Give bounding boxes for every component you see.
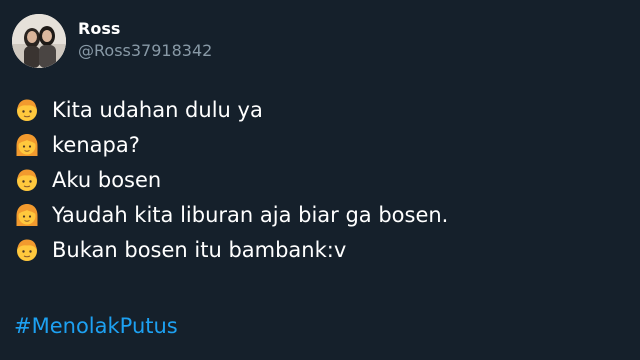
dialog-line: Yaudah kita liburan aja biar ga bosen. (14, 197, 448, 232)
display-name[interactable]: Ross (78, 19, 212, 39)
dialog-line: kenapa? (14, 127, 448, 162)
dialog-line: Bukan bosen itu bambank:v (14, 232, 448, 267)
dialog-text: kenapa? (52, 132, 140, 157)
dialog-line: Aku bosen (14, 162, 448, 197)
girl-emoji-icon (16, 203, 38, 226)
avatar[interactable] (12, 14, 66, 68)
dialog-text: Aku bosen (52, 167, 162, 192)
hashtag-link[interactable]: #MenolakPutus (14, 312, 178, 340)
girl-emoji-icon (16, 133, 38, 156)
user-names: Ross @Ross37918342 (78, 19, 212, 62)
dialog-line: Kita udahan dulu ya (14, 92, 448, 127)
dialog-text: Bukan bosen itu bambank:v (52, 237, 347, 262)
boy-emoji-icon (17, 239, 37, 261)
avatar-photo (12, 14, 66, 68)
boy-emoji-icon (17, 169, 37, 191)
dialog-text: Yaudah kita liburan aja biar ga bosen. (52, 202, 449, 227)
tweet-header: Ross @Ross37918342 (12, 14, 212, 68)
tweet-body: Kita udahan dulu ya kenapa? Aku bosen Ya… (14, 92, 448, 267)
user-handle[interactable]: @Ross37918342 (78, 40, 212, 62)
tweet-card: Ross @Ross37918342 Kita udahan dulu ya k… (0, 0, 640, 360)
dialog-text: Kita udahan dulu ya (52, 97, 263, 122)
boy-emoji-icon (17, 99, 37, 121)
